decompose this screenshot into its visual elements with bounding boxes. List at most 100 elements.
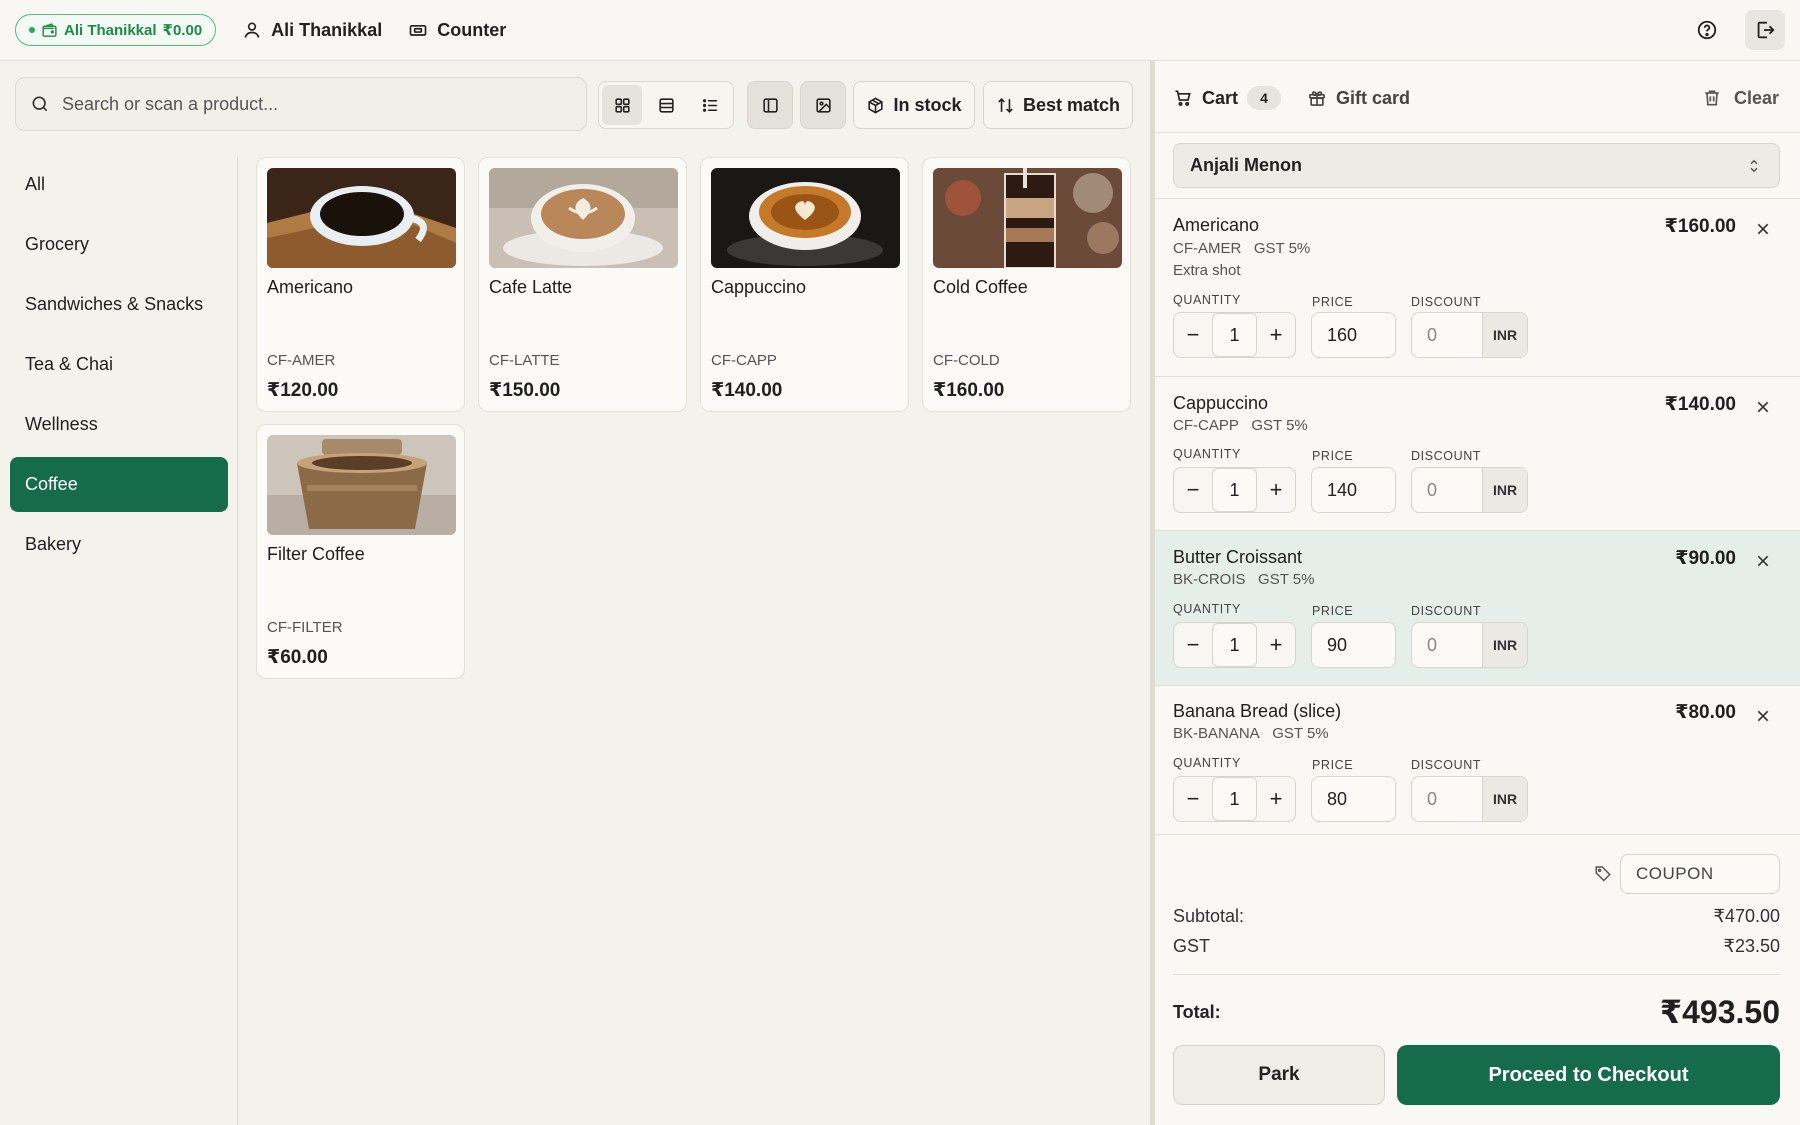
price-input[interactable]: 90 (1311, 622, 1396, 668)
cart-line-item[interactable]: Americano CF-AMER GST 5% Extra shot ₹160… (1155, 199, 1800, 376)
tab-cart[interactable]: Cart 4 (1173, 86, 1282, 110)
discount-currency-toggle[interactable]: INR (1482, 777, 1527, 821)
checkout-button[interactable]: Proceed to Checkout (1397, 1045, 1780, 1105)
cart-icon (1175, 90, 1191, 106)
discount-input[interactable]: 0 (1412, 789, 1482, 810)
discount-label: DISCOUNT (1411, 758, 1482, 772)
clear-cart-button[interactable]: Clear (1702, 88, 1783, 109)
discount-input[interactable]: 0 (1412, 480, 1482, 501)
product-image (267, 168, 456, 268)
increment-button[interactable]: + (1257, 623, 1295, 667)
package-icon (868, 96, 884, 114)
price-label: PRICE (1312, 604, 1354, 618)
category-sandwiches-snacks[interactable]: Sandwiches & Snacks (10, 277, 228, 332)
increment-button[interactable]: + (1257, 468, 1295, 512)
remove-item-button[interactable] (1752, 396, 1774, 418)
decrement-button[interactable]: − (1174, 777, 1212, 821)
coupon-row: COUPON (1155, 854, 1800, 894)
park-button[interactable]: Park (1173, 1045, 1385, 1105)
product-card-americano[interactable]: Americano CF-AMER ₹120.00 (256, 157, 465, 412)
decrement-button[interactable]: − (1174, 623, 1212, 667)
cart-header: Cart 4 Gift card Clear (1173, 83, 1783, 113)
product-card-cafe-latte[interactable]: Cafe Latte CF-LATTE ₹150.00 (478, 157, 687, 412)
search-box[interactable] (15, 77, 587, 131)
price-input[interactable]: 160 (1311, 312, 1396, 358)
close-icon (1757, 555, 1769, 567)
help-icon (1697, 20, 1717, 40)
category-grocery[interactable]: Grocery (10, 217, 228, 272)
product-image (933, 168, 1122, 268)
discount-input[interactable]: 0 (1412, 635, 1482, 656)
divider (1173, 974, 1780, 975)
help-button[interactable] (1687, 10, 1727, 50)
product-card-cappuccino[interactable]: Cappuccino CF-CAPP ₹140.00 (700, 157, 909, 412)
toggle-sidebar-button[interactable] (747, 81, 793, 129)
line-meta: BK-CROIS GST 5% (1173, 571, 1314, 588)
sort-button[interactable]: Best match (983, 81, 1133, 129)
tab-gift-card[interactable]: Gift card (1307, 88, 1410, 109)
discount-input-group: 0 INR (1411, 467, 1528, 513)
quantity-value[interactable]: 1 (1212, 468, 1257, 512)
compact-view-button[interactable] (646, 85, 686, 125)
quantity-value[interactable]: 1 (1212, 777, 1257, 821)
close-icon (1757, 401, 1769, 413)
cart-line-item[interactable]: Cappuccino CF-CAPP GST 5% ₹140.00 QUANTI… (1155, 377, 1800, 530)
discount-input-group: 0 INR (1411, 776, 1528, 822)
price-label: PRICE (1312, 449, 1354, 463)
user-menu[interactable]: Ali Thanikkal (242, 20, 382, 41)
user-name: Ali Thanikkal (271, 19, 383, 40)
increment-button[interactable]: + (1257, 313, 1295, 357)
grid-view-button[interactable] (602, 85, 642, 125)
customer-select[interactable]: Anjali Menon (1173, 143, 1780, 188)
rows-icon (658, 97, 674, 113)
coupon-input[interactable]: COUPON (1620, 854, 1780, 894)
gst-row: GST ₹23.50 (1173, 936, 1780, 957)
cart-count-badge: 4 (1247, 86, 1282, 110)
wallet-badge[interactable]: Ali Thanikkal ₹0.00 (15, 14, 217, 46)
product-price: ₹120.00 (267, 380, 339, 401)
remove-item-button[interactable] (1752, 550, 1774, 572)
price-input[interactable]: 80 (1311, 776, 1396, 822)
discount-currency-toggle[interactable]: INR (1482, 623, 1527, 667)
product-card-filter-coffee[interactable]: Filter Coffee CF-FILTER ₹60.00 (256, 424, 465, 679)
line-name: Americano (1173, 215, 1260, 235)
decrement-button[interactable]: − (1174, 313, 1212, 357)
toggle-images-button[interactable] (800, 81, 846, 129)
discount-input[interactable]: 0 (1412, 325, 1482, 346)
discount-currency-toggle[interactable]: INR (1482, 313, 1527, 357)
discount-label: DISCOUNT (1411, 604, 1482, 618)
remove-item-button[interactable] (1752, 218, 1774, 240)
cart-line-item[interactable]: Banana Bread (slice) BK-BANANA GST 5% ₹8… (1155, 686, 1800, 834)
category-coffee[interactable]: Coffee (10, 457, 228, 512)
cart-line-item-selected[interactable]: Butter Croissant BK-CROIS GST 5% ₹90.00 … (1155, 531, 1800, 685)
category-tea-chai[interactable]: Tea & Chai (10, 337, 228, 392)
list-view-button[interactable] (690, 85, 730, 125)
sort-icon (998, 97, 1013, 113)
line-name: Butter Croissant (1173, 547, 1303, 567)
product-name: Filter Coffee (267, 544, 365, 564)
category-all[interactable]: All (10, 157, 228, 212)
in-stock-filter-button[interactable]: In stock (853, 81, 975, 129)
remove-item-button[interactable] (1752, 705, 1774, 727)
close-icon (1757, 223, 1769, 235)
category-bakery[interactable]: Bakery (10, 517, 228, 572)
quantity-value[interactable]: 1 (1212, 313, 1257, 357)
quantity-value[interactable]: 1 (1212, 623, 1257, 667)
top-bar: Ali Thanikkal ₹0.00 Ali Thanikkal Counte… (0, 0, 1800, 61)
line-tax: GST 5% (1272, 725, 1329, 742)
subtotal-value: ₹470.00 (1713, 906, 1780, 926)
price-input[interactable]: 140 (1311, 467, 1396, 513)
decrement-button[interactable]: − (1174, 468, 1212, 512)
increment-button[interactable]: + (1257, 777, 1295, 821)
discount-currency-toggle[interactable]: INR (1482, 468, 1527, 512)
product-card-cold-coffee[interactable]: Cold Coffee CF-COLD ₹160.00 (922, 157, 1131, 412)
product-image (489, 168, 678, 268)
logout-button[interactable] (1745, 10, 1785, 50)
search-input[interactable] (62, 93, 542, 115)
gift-card-label: Gift card (1336, 87, 1411, 108)
category-wellness[interactable]: Wellness (10, 397, 228, 452)
gift-icon (1309, 91, 1325, 106)
line-meta: CF-CAPP GST 5% (1173, 417, 1308, 434)
register-menu[interactable]: Counter (408, 20, 506, 41)
total-value: ₹493.50 (1659, 994, 1780, 1030)
